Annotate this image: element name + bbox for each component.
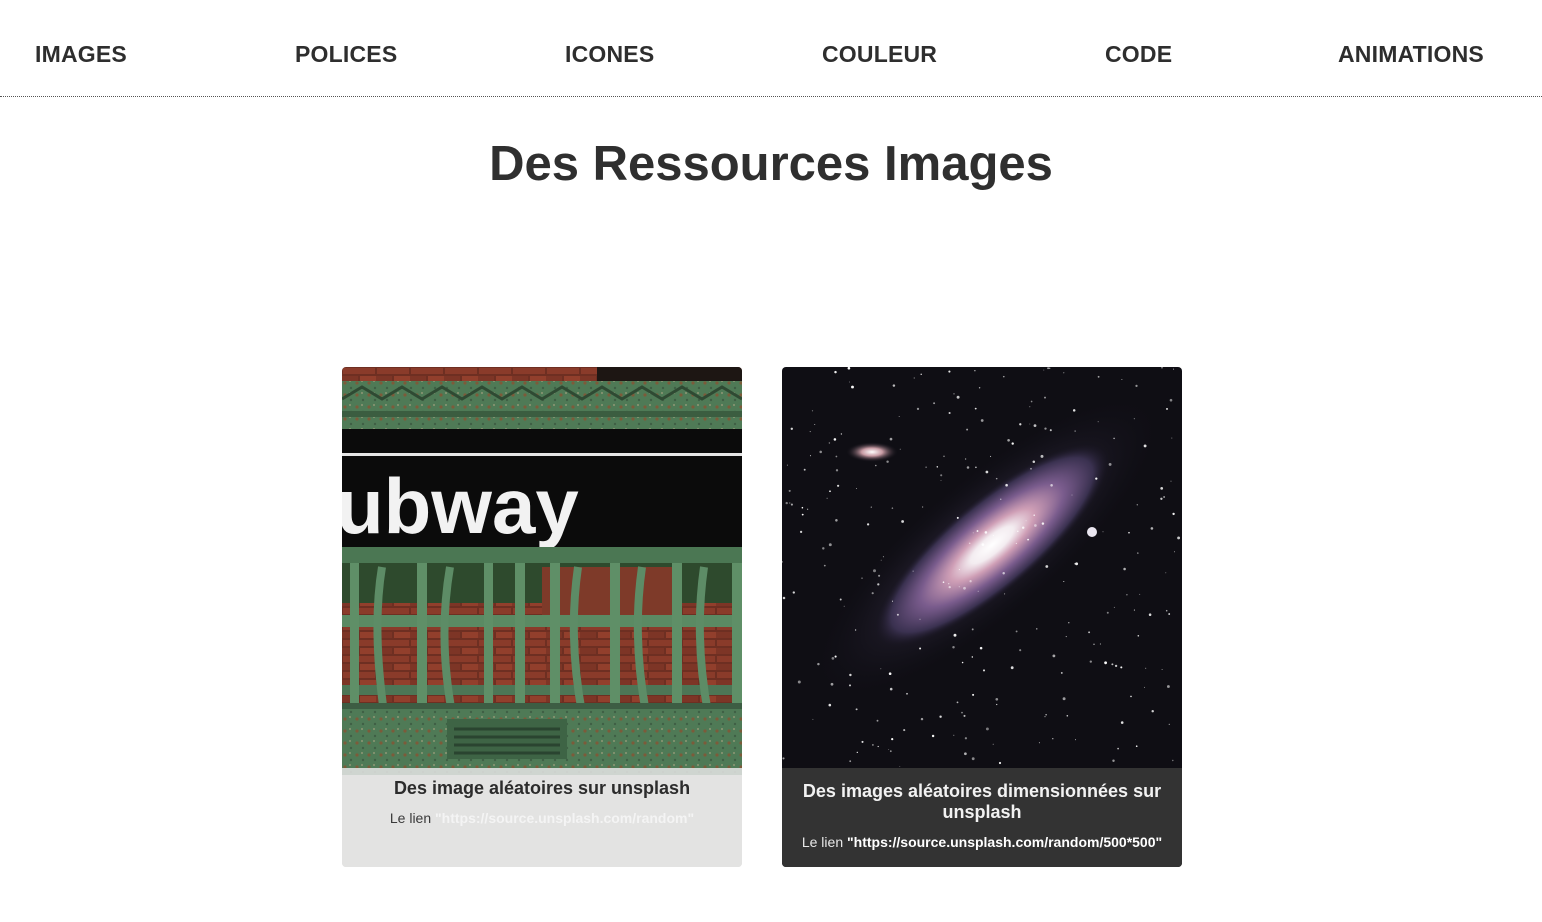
card-link-text: Le lien "https://source.unsplash.com/ran… [782, 834, 1182, 851]
card-sized-random-images[interactable]: Des images aléatoires dimensionnées sur … [782, 367, 1182, 867]
card-link-url[interactable]: "https://source.unsplash.com/random" [435, 810, 694, 826]
nav-item-animations[interactable]: ANIMATIONS [1338, 41, 1484, 68]
link-prefix: Le lien [801, 834, 844, 850]
top-navigation: IMAGES POLICES ICONES COULEUR CODE ANIMA… [0, 0, 1542, 97]
card-random-images[interactable]: ubway Des image aléatoires sur unsplash … [342, 367, 742, 867]
nav-item-icones[interactable]: ICONES [565, 41, 654, 68]
card-caption: Des images aléatoires dimensionnées sur … [782, 768, 1182, 867]
page-title: Des Ressources Images [489, 137, 1053, 191]
nav-item-polices[interactable]: POLICES [295, 41, 397, 68]
card-link-text: Le lien "https://source.unsplash.com/ran… [342, 810, 742, 827]
nav-item-images[interactable]: IMAGES [35, 41, 127, 68]
card-link-url[interactable]: "https://source.unsplash.com/random/500*… [847, 834, 1162, 850]
nav-item-code[interactable]: CODE [1105, 41, 1172, 68]
nav-item-couleur[interactable]: COULEUR [822, 41, 937, 68]
card-title: Des images aléatoires dimensionnées sur … [802, 781, 1162, 822]
card-title: Des image aléatoires sur unsplash [393, 778, 691, 798]
card-caption: Des image aléatoires sur unsplash Le lie… [342, 768, 742, 867]
subway-sign-text: ubway [342, 462, 579, 550]
link-prefix: Le lien [389, 810, 432, 826]
